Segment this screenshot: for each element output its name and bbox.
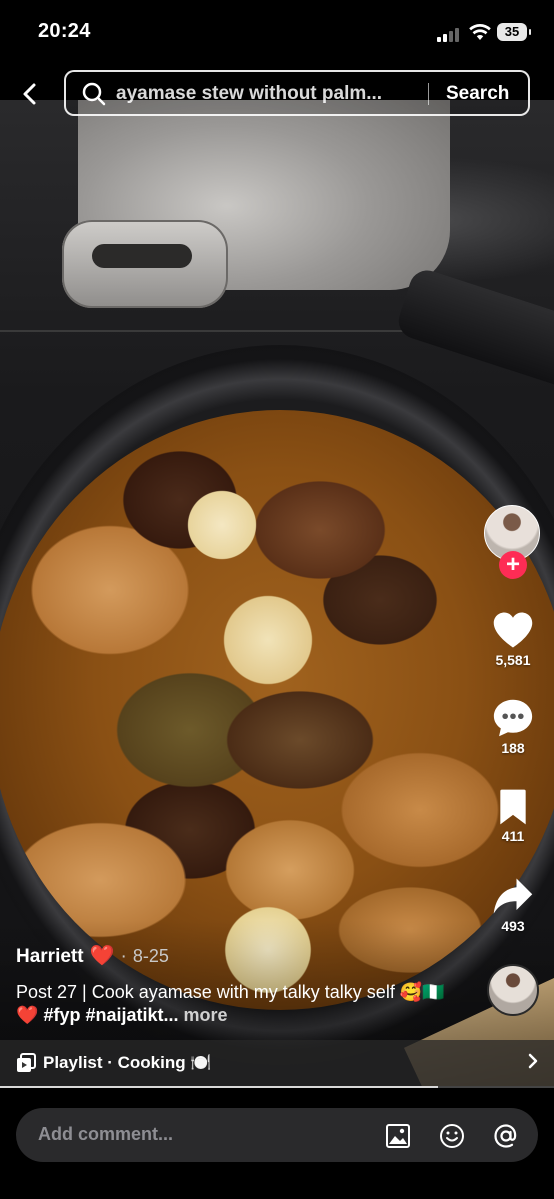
- video-player[interactable]: [0, 100, 554, 1088]
- search-divider: [428, 83, 429, 105]
- author-row: Harriett ❤️ · 8-25: [16, 943, 456, 968]
- separator-dot: ·: [120, 946, 127, 967]
- comment-bar: Add comment...: [0, 1088, 554, 1199]
- search-bar[interactable]: ayamase stew without palm... Search: [64, 70, 530, 116]
- pan-handle: [394, 265, 554, 395]
- like-button[interactable]: 5,581: [484, 610, 542, 668]
- pot-handle: [62, 220, 228, 308]
- post-date: 8-25: [132, 946, 169, 966]
- comment-input[interactable]: Add comment...: [16, 1108, 538, 1162]
- comment-placeholder: Add comment...: [38, 1124, 174, 1144]
- comment-button[interactable]: 188: [484, 698, 542, 756]
- comment-icon: [493, 699, 533, 737]
- share-icon: [493, 878, 533, 914]
- status-bar: 20:24 35: [0, 0, 554, 62]
- share-button[interactable]: 493: [484, 876, 542, 934]
- mention-icon[interactable]: [492, 1122, 520, 1150]
- comment-count: 188: [501, 740, 525, 756]
- search-icon: [82, 82, 106, 106]
- bookmark-icon: [500, 789, 526, 825]
- playlist-label: Playlist · Cooking 🍽️: [43, 1053, 212, 1072]
- chevron-right-icon: [528, 1053, 538, 1069]
- like-count: 5,581: [495, 652, 531, 668]
- battery-indicator: 35: [497, 23, 531, 41]
- heart-icon: [493, 612, 533, 648]
- image-icon[interactable]: [384, 1122, 412, 1150]
- save-button[interactable]: 411: [484, 788, 542, 844]
- author-name[interactable]: Harriett: [16, 946, 84, 967]
- playlist-bar[interactable]: Playlist · Cooking 🍽️: [0, 1040, 554, 1086]
- author-emoji: ❤️: [89, 945, 115, 967]
- wifi-icon: [469, 24, 491, 40]
- save-count: 411: [501, 828, 525, 844]
- back-button[interactable]: [12, 76, 48, 112]
- caption[interactable]: Post 27 | Cook ayamase with my talky tal…: [16, 981, 456, 1027]
- emoji-icon[interactable]: [438, 1122, 466, 1150]
- search-query[interactable]: ayamase stew without palm...: [116, 83, 416, 105]
- music-disc[interactable]: [487, 964, 539, 1016]
- status-time: 20:24: [38, 20, 91, 42]
- follow-button[interactable]: +: [499, 551, 527, 579]
- search-button[interactable]: Search: [446, 83, 509, 105]
- signal-icon: [437, 26, 463, 42]
- playlist-icon: [17, 1053, 36, 1072]
- creator-avatar[interactable]: +: [484, 505, 542, 579]
- share-count: 493: [501, 918, 525, 934]
- back-icon: [23, 83, 36, 105]
- hashtags[interactable]: #fyp #naijatikt...: [43, 1005, 178, 1025]
- more-link[interactable]: more: [184, 1005, 228, 1025]
